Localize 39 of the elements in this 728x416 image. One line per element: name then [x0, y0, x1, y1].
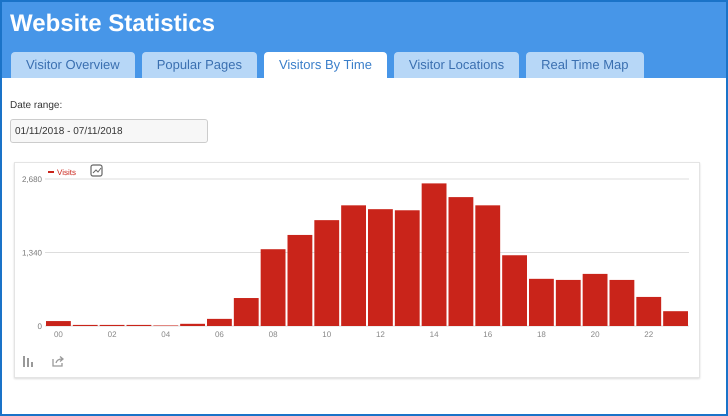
- x-tick-label: 08: [268, 330, 278, 339]
- date-range-label: Date range:: [10, 99, 64, 113]
- x-tick-label: 14: [430, 330, 439, 339]
- x-tick-label: 22: [644, 330, 654, 339]
- bar: [582, 274, 608, 326]
- bar: [663, 311, 688, 326]
- page-title: Website Statistics: [10, 9, 216, 39]
- share-icon[interactable]: [52, 355, 65, 367]
- x-tick-label: 00: [54, 330, 63, 339]
- x-tick-label: 12: [376, 330, 385, 339]
- x-tick-label: 10: [322, 330, 332, 339]
- bar: [529, 278, 554, 326]
- tab[interactable]: Visitors By Time: [264, 52, 387, 78]
- legend-marker: [48, 171, 54, 173]
- bar: [234, 298, 259, 326]
- bar: [180, 324, 205, 326]
- x-tick-label: 06: [214, 330, 224, 339]
- bar: [636, 296, 662, 326]
- x-tick-label: 04: [161, 330, 170, 339]
- legend-label: Visits: [57, 168, 76, 177]
- chart-type-icon[interactable]: [90, 164, 103, 177]
- y-tick-label: 2,680: [22, 175, 42, 184]
- x-tick-label: 18: [536, 330, 546, 339]
- date-range-field[interactable]: 01/11/2018 - 07/11/2018: [10, 119, 208, 143]
- bar: [556, 280, 581, 326]
- x-tick-label: 20: [590, 330, 600, 339]
- x-tick-label: 02: [108, 330, 117, 339]
- y-tick-label: 0: [38, 322, 42, 331]
- tab[interactable]: Visitor Overview: [11, 52, 135, 78]
- bar: [46, 321, 71, 326]
- bar: [502, 255, 527, 326]
- y-tick-label: 1,340: [22, 248, 42, 258]
- tab[interactable]: Popular Pages: [142, 52, 257, 78]
- bar: [610, 280, 634, 326]
- tab[interactable]: Visitor Locations: [394, 52, 520, 78]
- x-tick-label: 16: [483, 330, 492, 339]
- bar: [207, 318, 232, 326]
- bar-chart-icon[interactable]: [22, 355, 34, 367]
- tab[interactable]: Real Time Map: [526, 52, 644, 78]
